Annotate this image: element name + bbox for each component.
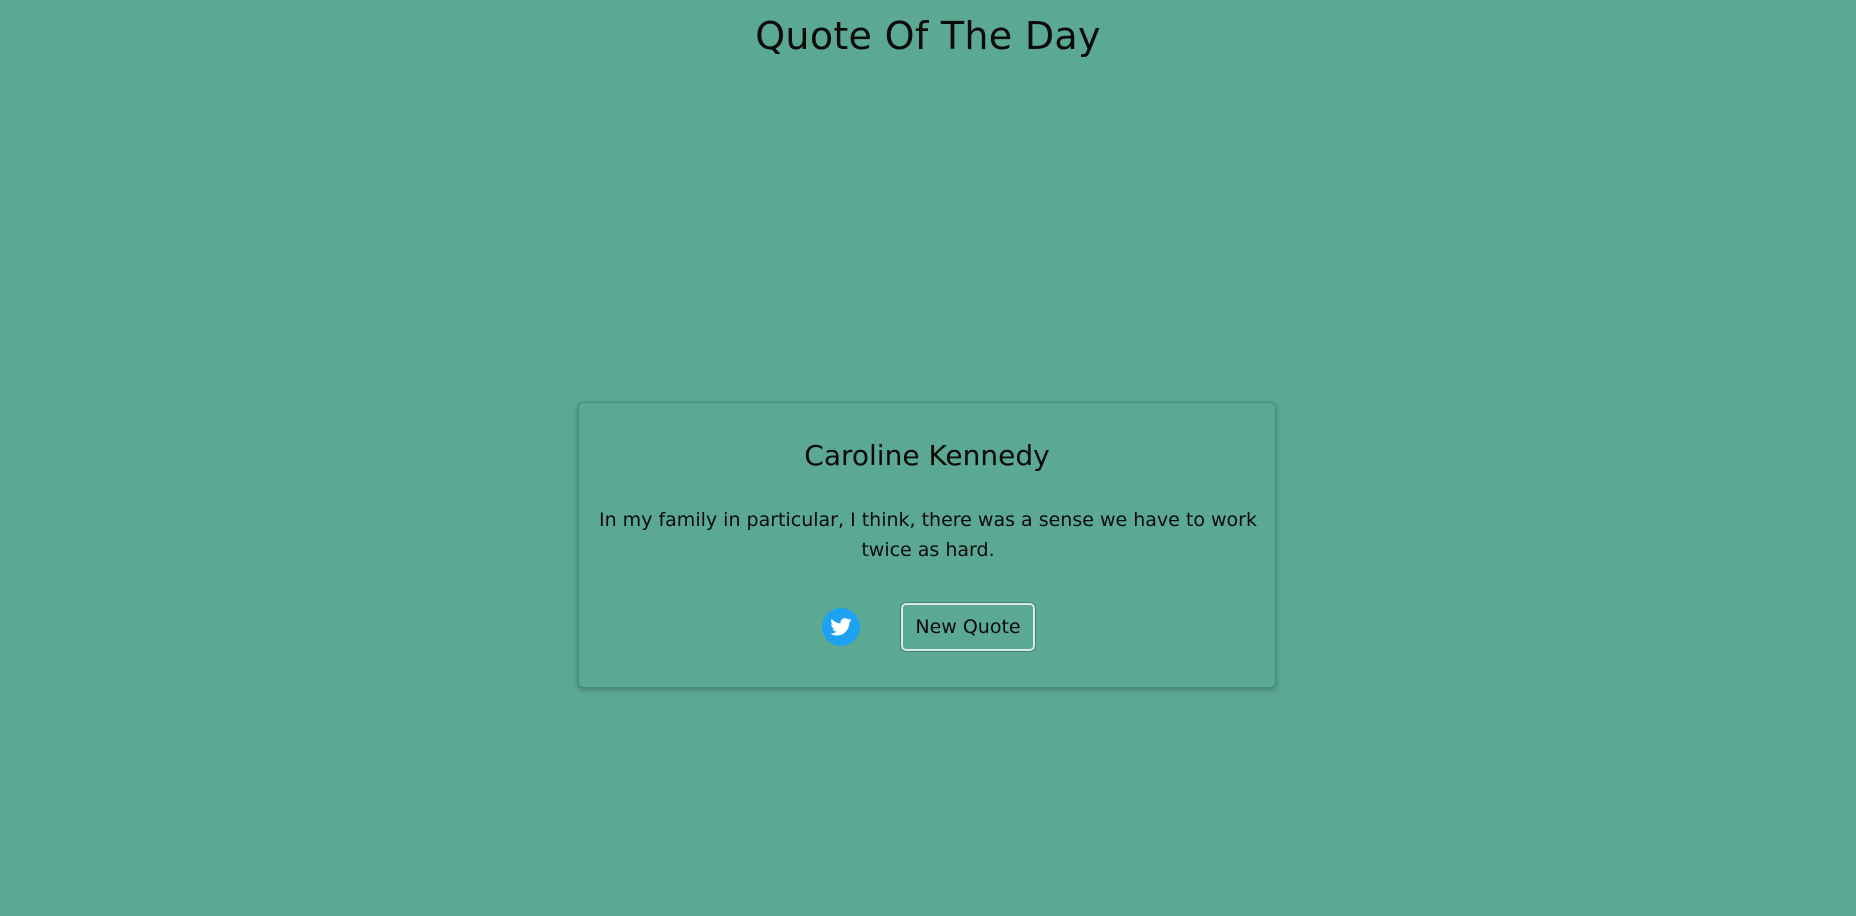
page-title: Quote Of The Day (755, 14, 1101, 58)
quote-author: Caroline Kennedy (804, 439, 1050, 472)
tweet-quote-button[interactable] (822, 608, 860, 646)
new-quote-button[interactable]: New Quote (901, 603, 1035, 651)
twitter-bird-icon (830, 618, 852, 636)
quote-text: In my family in particular, I think, the… (599, 509, 1257, 561)
quote-card: Caroline Kennedy In my family in particu… (578, 402, 1276, 688)
